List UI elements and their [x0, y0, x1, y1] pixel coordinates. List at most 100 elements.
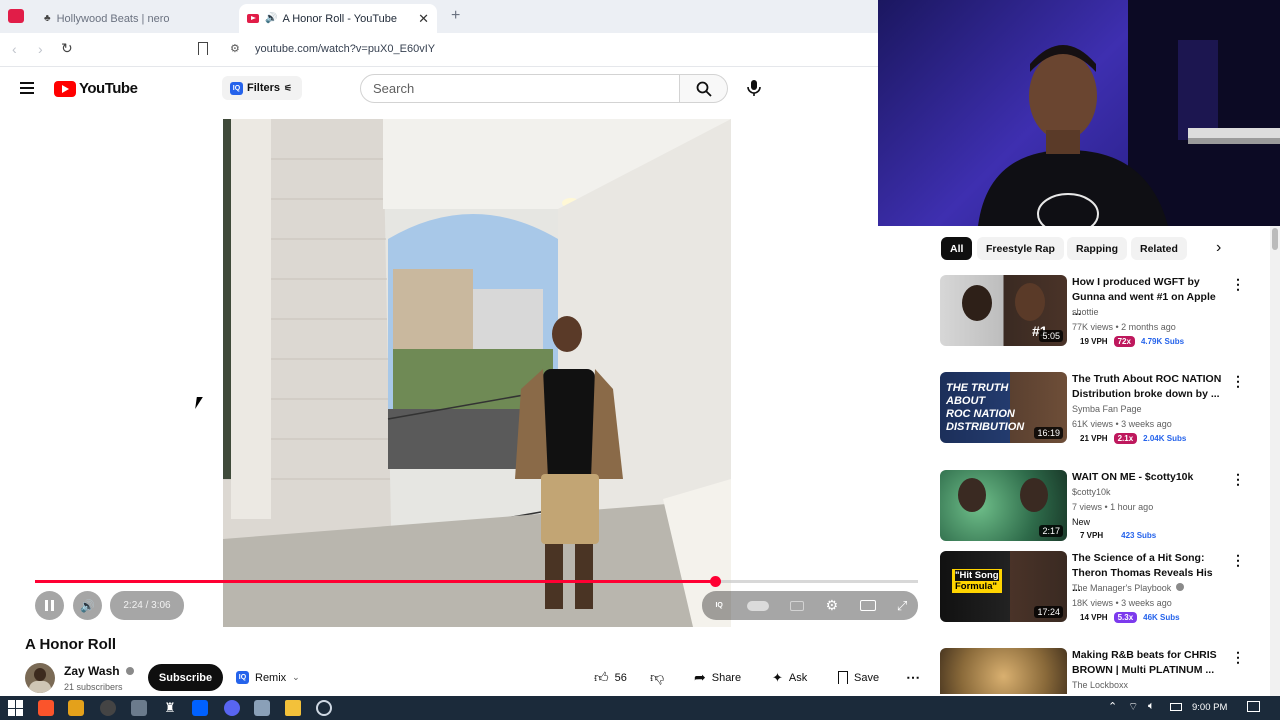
list-item[interactable]: "Hit Song Formula" 17:24 The Science of …	[940, 551, 1260, 631]
save-button[interactable]: Save	[838, 664, 880, 691]
more-vert-icon[interactable]: ⋮	[1231, 472, 1245, 486]
remix-button[interactable]: IQ Remix ⌄	[234, 664, 308, 691]
forward-icon[interactable]: ›	[38, 41, 43, 57]
multiplier-badge: 72x	[1113, 336, 1135, 347]
share-icon: ➦	[694, 669, 706, 685]
more-vert-icon[interactable]: ⋮	[1231, 374, 1245, 388]
browser-app-icon[interactable]	[8, 9, 24, 23]
bookmark-icon[interactable]	[198, 42, 208, 55]
captions-icon[interactable]	[790, 600, 805, 611]
chip-freestyle-rap[interactable]: Freestyle Rap	[977, 237, 1064, 260]
discord-icon[interactable]	[224, 700, 240, 716]
more-vert-icon[interactable]: ⋮	[1231, 553, 1245, 567]
search-button[interactable]	[680, 74, 728, 103]
dislike-button[interactable]: 👎︎	[650, 664, 665, 691]
video-meta: 18K views • 3 weeks ago	[1072, 598, 1172, 608]
youtube-logo[interactable]: YouTube	[54, 80, 138, 97]
miniplayer-icon[interactable]	[859, 600, 876, 611]
more-actions-button[interactable]: ⋯	[906, 664, 920, 691]
video-thumbnail[interactable]: 2:17	[940, 470, 1067, 541]
app-icon[interactable]	[100, 700, 116, 716]
app-icon[interactable]	[131, 700, 147, 716]
start-icon[interactable]	[8, 700, 24, 716]
share-button[interactable]: ➦ Share	[694, 664, 742, 691]
channel-name[interactable]: $cotty10k	[1072, 487, 1111, 497]
list-item[interactable]: 2:17 WAIT ON ME - $cotty10k $cotty10k 7 …	[940, 470, 1260, 550]
channel-avatar[interactable]	[25, 663, 55, 693]
video-thumbnail[interactable]: #1 5:05	[940, 275, 1067, 346]
browser-tab-bar: ♣ Hollywood Beats | nero 🔊 A Honor Roll …	[0, 0, 878, 33]
list-item[interactable]: Making R&B beats for CHRIS BROWN | Multi…	[940, 648, 1260, 694]
progress-scrubber[interactable]	[709, 576, 721, 587]
clock-time[interactable]: 9:00 PM	[1192, 702, 1227, 713]
page-scrollbar[interactable]	[1270, 226, 1280, 696]
channel-name[interactable]: Symba Fan Page	[1072, 404, 1142, 414]
video-thumbnail[interactable]: THE TRUTH ABOUT ROC NATION DISTRIBUTION …	[940, 372, 1067, 443]
scrollbar-thumb[interactable]	[1272, 228, 1278, 250]
channel-name[interactable]: The Manager's Playbook	[1072, 583, 1184, 593]
tray-chevron-icon[interactable]: ⌃	[1108, 700, 1117, 713]
notifications-icon[interactable]	[1247, 701, 1260, 712]
right-controls: IQ ⚙ ⤢	[702, 591, 918, 620]
new-tab-icon[interactable]: +	[451, 7, 460, 25]
subs-value: 2.04K Subs	[1143, 434, 1187, 443]
pause-button[interactable]	[35, 591, 64, 620]
video-title[interactable]: The Truth About ROC NATION Distribution …	[1072, 372, 1222, 402]
settings-icon[interactable]: ⚙	[826, 597, 839, 614]
video-title[interactable]: WAIT ON ME - $cotty10k	[1072, 470, 1222, 485]
video-thumbnail[interactable]: "Hit Song Formula" 17:24	[940, 551, 1067, 622]
chip-rapping[interactable]: Rapping	[1067, 237, 1127, 260]
vph-value: 14 VPH	[1080, 613, 1108, 622]
thumbnail-text-line: ROC NATION	[946, 408, 1015, 420]
chip-all[interactable]: All	[941, 237, 973, 260]
brave-browser-icon[interactable]	[38, 700, 54, 716]
app-icon[interactable]	[316, 700, 332, 716]
dropbox-icon[interactable]	[192, 700, 208, 716]
more-vert-icon[interactable]: ⋮	[1231, 650, 1245, 664]
more-vert-icon[interactable]: ⋮	[1231, 277, 1245, 291]
volume-button[interactable]: 🔊	[73, 591, 102, 620]
search-input[interactable]: Search	[360, 74, 680, 103]
tab-youtube-active[interactable]: 🔊 A Honor Roll - YouTube ✕	[239, 4, 437, 33]
fullscreen-icon[interactable]: ⤢	[897, 598, 907, 614]
chip-related[interactable]: Related	[1131, 237, 1187, 260]
channel-name[interactable]: shottie	[1072, 307, 1099, 317]
channel-name[interactable]: Zay Wash	[64, 664, 134, 678]
reload-icon[interactable]: ↻	[61, 40, 73, 57]
network-icon[interactable]: ⌔	[1128, 700, 1138, 714]
video-thumbnail[interactable]	[940, 648, 1067, 694]
menu-icon[interactable]	[20, 82, 34, 94]
channel-name[interactable]: The Lockboxx	[1072, 680, 1128, 690]
filters-button[interactable]: IQ Filters ⚟	[222, 76, 302, 100]
video-title[interactable]: Making R&B beats for CHRIS BROWN | Multi…	[1072, 648, 1222, 678]
tab-close-icon[interactable]: ✕	[418, 11, 429, 27]
subs-value: 46K Subs	[1143, 613, 1180, 622]
battery-icon[interactable]	[1170, 703, 1182, 711]
url-field[interactable]: ⚙ youtube.com/watch?v=puX0_E60vIY	[220, 38, 880, 62]
app-icon[interactable]: ♜	[162, 700, 178, 716]
file-explorer-icon[interactable]	[285, 700, 301, 716]
ask-button[interactable]: ✦ Ask	[772, 664, 808, 691]
time-display: 2:24 / 3:06	[110, 591, 184, 620]
multiplier-badge: 2.1x	[1113, 433, 1138, 444]
audio-playing-icon[interactable]: 🔊	[265, 13, 277, 24]
back-icon[interactable]: ‹	[12, 41, 17, 57]
chips-next-icon[interactable]: ›	[1216, 239, 1221, 257]
video-player[interactable]	[223, 119, 731, 627]
iq-player-icon[interactable]: IQ	[713, 599, 726, 612]
like-button[interactable]: 👍︎ 56	[594, 664, 627, 691]
mic-icon[interactable]	[744, 78, 764, 98]
app-icon[interactable]	[68, 700, 84, 716]
volume-tray-icon[interactable]: 🔈︎	[1148, 700, 1155, 713]
video-frame	[223, 119, 731, 627]
iq-icon: IQ	[230, 81, 243, 95]
app-icon[interactable]	[254, 700, 270, 716]
site-settings-icon[interactable]: ⚙	[230, 42, 240, 55]
subscribe-button[interactable]: Subscribe	[148, 664, 223, 691]
autoplay-toggle[interactable]	[746, 600, 769, 611]
list-item[interactable]: THE TRUTH ABOUT ROC NATION DISTRIBUTION …	[940, 372, 1260, 452]
list-item[interactable]: #1 5:05 How I produced WGFT by Gunna and…	[940, 275, 1260, 355]
sparkle-icon: ✦	[772, 669, 783, 685]
tab-hollywood-beats[interactable]: ♣ Hollywood Beats | nero	[36, 4, 236, 33]
share-label: Share	[711, 671, 742, 684]
